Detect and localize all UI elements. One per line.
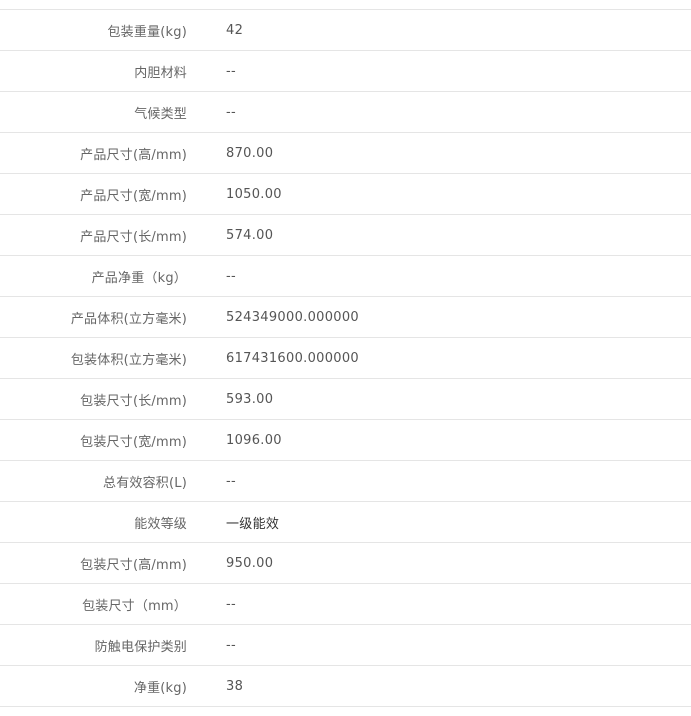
spec-row-package-size: 包装尺寸（mm） -- [0,584,691,625]
spec-row-net-weight: 净重(kg) 38 [0,666,691,707]
spec-value: 524349000.000000 [226,309,359,325]
spec-value: -- [226,268,236,284]
spec-value: 617431600.000000 [226,350,359,366]
spec-row-package-length: 包装尺寸(长/mm) 593.00 [0,379,691,420]
spec-row-total-volume: 总有效容积(L) -- [0,461,691,502]
spec-label: 产品尺寸(高/mm) [80,147,187,163]
spec-row-package-weight: 包装重量(kg) 42 [0,10,691,51]
spec-value: 1096.00 [226,432,282,448]
spec-label: 产品尺寸(长/mm) [80,229,187,245]
spec-label: 能效等级 [134,516,187,532]
spec-value: 870.00 [226,145,274,161]
spec-label: 包装尺寸（mm） [82,598,187,614]
spec-row-package-width: 包装尺寸(宽/mm) 1096.00 [0,420,691,461]
spec-value: -- [226,473,236,489]
spec-label: 包装尺寸(长/mm) [80,393,187,409]
spec-value: 42 [226,22,244,38]
spec-row-package-volume: 包装体积(立方毫米) 617431600.000000 [0,338,691,379]
spec-label: 包装尺寸(宽/mm) [80,434,187,450]
spec-row-climate-type: 气候类型 -- [0,92,691,133]
spec-value: 一级能效 [226,516,280,532]
spec-value: 950.00 [226,555,274,571]
spec-label: 气候类型 [134,106,187,122]
spec-label: 产品净重（kg） [91,270,187,286]
spec-label: 总有效容积(L) [103,475,187,491]
spec-value: -- [226,63,236,79]
spec-value: -- [226,596,236,612]
spec-label: 内胆材料 [134,65,187,81]
spec-label: 包装体积(立方毫米) [70,352,187,368]
spec-row-liner-material: 内胆材料 -- [0,51,691,92]
spec-value: 593.00 [226,391,274,407]
spec-value: -- [226,104,236,120]
spec-value: 38 [226,678,244,694]
spec-row-energy-rating: 能效等级 一级能效 [0,502,691,543]
spec-label: 防触电保护类别 [94,639,187,655]
spec-label: 净重(kg) [133,680,187,696]
spec-label: 包装重量(kg) [107,24,187,40]
spec-value: 1050.00 [226,186,282,202]
spec-label: 包装尺寸(高/mm) [80,557,187,573]
spec-row-product-length: 产品尺寸(长/mm) 574.00 [0,215,691,256]
spec-row-shock-protection: 防触电保护类别 -- [0,625,691,666]
spec-label: 产品体积(立方毫米) [70,311,187,327]
spec-row-product-volume: 产品体积(立方毫米) 524349000.000000 [0,297,691,338]
spec-row-product-net-weight: 产品净重（kg） -- [0,256,691,297]
spec-value: -- [226,637,236,653]
spec-label: 产品尺寸(宽/mm) [80,188,187,204]
spec-row-package-height: 包装尺寸(高/mm) 950.00 [0,543,691,584]
spec-value: 574.00 [226,227,274,243]
spec-row-product-height: 产品尺寸(高/mm) 870.00 [0,133,691,174]
spec-row-product-width: 产品尺寸(宽/mm) 1050.00 [0,174,691,215]
spec-table: 包装重量(kg) 42 内胆材料 -- 气候类型 -- 产品尺寸(高/mm) 8… [0,9,691,707]
